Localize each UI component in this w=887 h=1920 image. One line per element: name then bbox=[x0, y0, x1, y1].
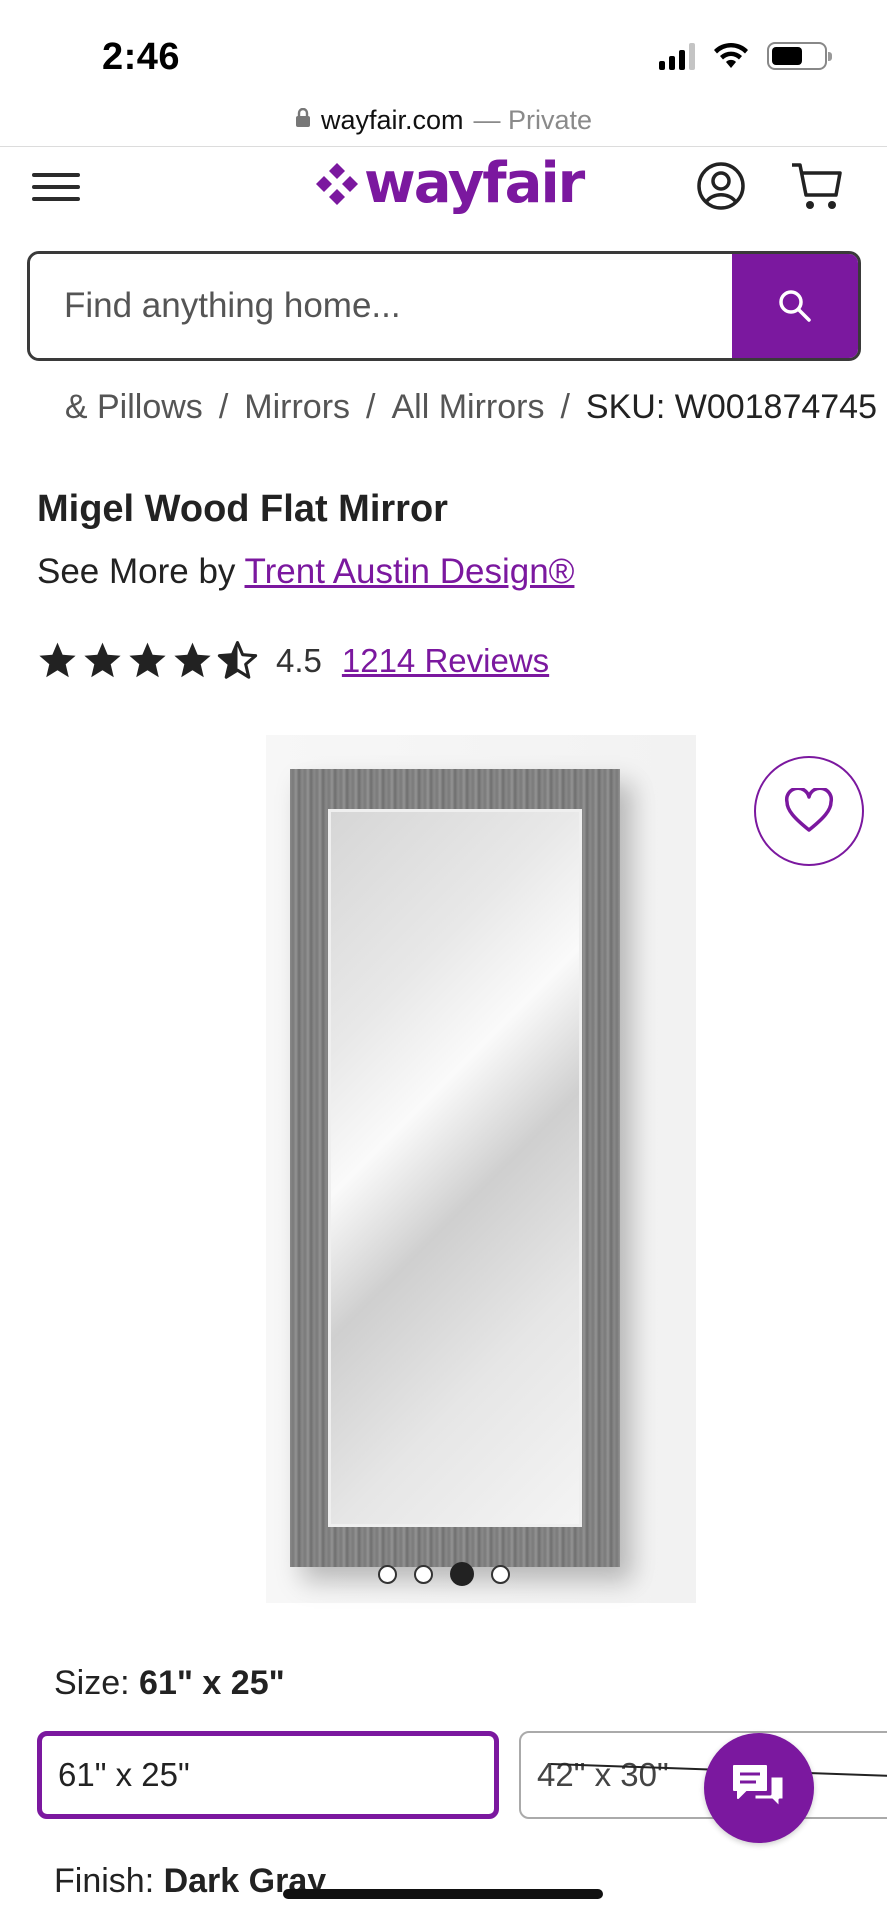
lock-icon bbox=[295, 108, 310, 127]
carousel-dot[interactable] bbox=[414, 1564, 433, 1584]
search-input[interactable] bbox=[30, 254, 732, 358]
size-label-prefix: Size: bbox=[54, 1664, 130, 1702]
product-title: Migel Wood Flat Mirror bbox=[37, 488, 448, 530]
size-label: Size: 61" x 25" bbox=[54, 1664, 285, 1703]
site-header: wayfair bbox=[0, 147, 887, 243]
breadcrumb-separator: / bbox=[560, 388, 570, 426]
carousel-dot[interactable] bbox=[491, 1564, 510, 1584]
carousel-dot[interactable] bbox=[378, 1564, 397, 1584]
rating-row: 4.5 1214 Reviews bbox=[37, 640, 549, 681]
brand-prefix: See More by bbox=[37, 552, 236, 591]
size-option-selected[interactable]: 61" x 25" bbox=[37, 1731, 499, 1819]
status-time: 2:46 bbox=[102, 36, 181, 78]
favorite-button[interactable] bbox=[754, 756, 864, 866]
search-bar bbox=[27, 251, 861, 361]
finish-label-prefix: Finish: bbox=[54, 1862, 155, 1900]
account-icon[interactable] bbox=[696, 161, 746, 211]
logo-mark-icon bbox=[316, 162, 358, 205]
breadcrumb-separator: / bbox=[366, 388, 376, 426]
star-half-icon bbox=[217, 641, 258, 679]
breadcrumb-current-sku: SKU: W001874745 bbox=[585, 388, 877, 426]
hamburger-icon-line bbox=[32, 173, 80, 177]
image-carousel-dots bbox=[378, 1562, 510, 1586]
star-full-icon bbox=[129, 642, 166, 678]
status-icons bbox=[659, 42, 832, 70]
chat-icon bbox=[733, 1765, 786, 1810]
hamburger-icon-line bbox=[32, 185, 80, 189]
home-indicator[interactable] bbox=[283, 1889, 603, 1899]
menu-button[interactable] bbox=[32, 167, 80, 207]
search-icon bbox=[779, 290, 811, 322]
size-option-label: 42" x 30" bbox=[537, 1756, 669, 1793]
search-button[interactable] bbox=[732, 254, 858, 358]
brand-line: See More by Trent Austin Design® bbox=[37, 552, 574, 592]
mirror-frame bbox=[290, 769, 620, 1567]
chat-button[interactable] bbox=[704, 1733, 814, 1843]
status-bar: 2:46 bbox=[0, 0, 887, 95]
private-label: — Private bbox=[473, 104, 593, 135]
url-domain: wayfair.com bbox=[320, 104, 464, 135]
star-full-icon bbox=[39, 642, 76, 678]
size-selected-value: 61" x 25" bbox=[139, 1664, 285, 1702]
logo-text: wayfair bbox=[364, 151, 585, 216]
breadcrumb: & Pillows / Mirrors / All Mirrors / SKU:… bbox=[0, 388, 887, 434]
product-image[interactable] bbox=[266, 735, 696, 1603]
cart-icon[interactable] bbox=[790, 159, 844, 213]
size-option-label: 61" x 25" bbox=[58, 1756, 190, 1793]
mirror-glass bbox=[328, 809, 582, 1527]
breadcrumb-item[interactable]: All Mirrors bbox=[391, 388, 544, 427]
breadcrumb-item[interactable]: Mirrors bbox=[244, 388, 350, 427]
hamburger-icon-line bbox=[32, 197, 80, 201]
star-full-icon bbox=[174, 642, 211, 678]
url-bar[interactable]: wayfair.com — Private bbox=[0, 95, 887, 145]
heart-icon bbox=[784, 788, 834, 832]
rating-value: 4.5 bbox=[276, 641, 322, 679]
carousel-dot-active[interactable] bbox=[450, 1562, 474, 1586]
star-rating bbox=[37, 640, 258, 681]
cellular-signal-icon bbox=[659, 42, 695, 70]
wifi-icon bbox=[714, 42, 748, 68]
wayfair-logo[interactable]: wayfair bbox=[314, 151, 585, 216]
size-option-unavailable[interactable]: 42" x 30" bbox=[519, 1731, 887, 1819]
brand-link[interactable]: Trent Austin Design® bbox=[245, 552, 575, 591]
star-full-icon bbox=[84, 642, 121, 678]
battery-icon bbox=[767, 42, 832, 70]
reviews-link[interactable]: 1214 Reviews bbox=[342, 642, 549, 680]
breadcrumb-separator: / bbox=[218, 388, 229, 426]
breadcrumb-item[interactable]: & Pillows bbox=[65, 388, 203, 427]
